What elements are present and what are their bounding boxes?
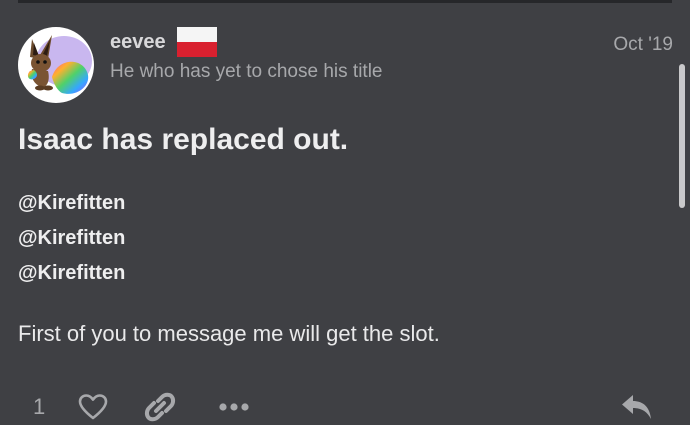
more-icon[interactable] [218, 400, 250, 414]
mention-link[interactable]: @Kirefitten [18, 259, 125, 287]
topic-post: eevee He who has yet to chose his title … [0, 0, 690, 425]
reply-icon[interactable] [620, 392, 654, 422]
post-date[interactable]: Oct '19 [613, 33, 673, 57]
link-icon[interactable] [144, 392, 176, 422]
avatar[interactable] [18, 27, 94, 103]
top-divider [18, 0, 672, 3]
heart-icon[interactable] [78, 393, 108, 421]
eevee-avatar-icon [20, 29, 92, 101]
user-title: He who has yet to chose his title [110, 61, 383, 82]
scrollbar[interactable] [679, 64, 685, 208]
like-count[interactable]: 1 [33, 393, 45, 421]
post-body: First of you to message me will get the … [18, 321, 440, 346]
poland-flag-icon [177, 27, 217, 57]
mention-link[interactable]: @Kirefitten [18, 224, 125, 252]
mention-link[interactable]: @Kirefitten [18, 189, 125, 217]
post-heading: Isaac has replaced out. [18, 123, 349, 156]
username[interactable]: eevee [110, 30, 166, 54]
